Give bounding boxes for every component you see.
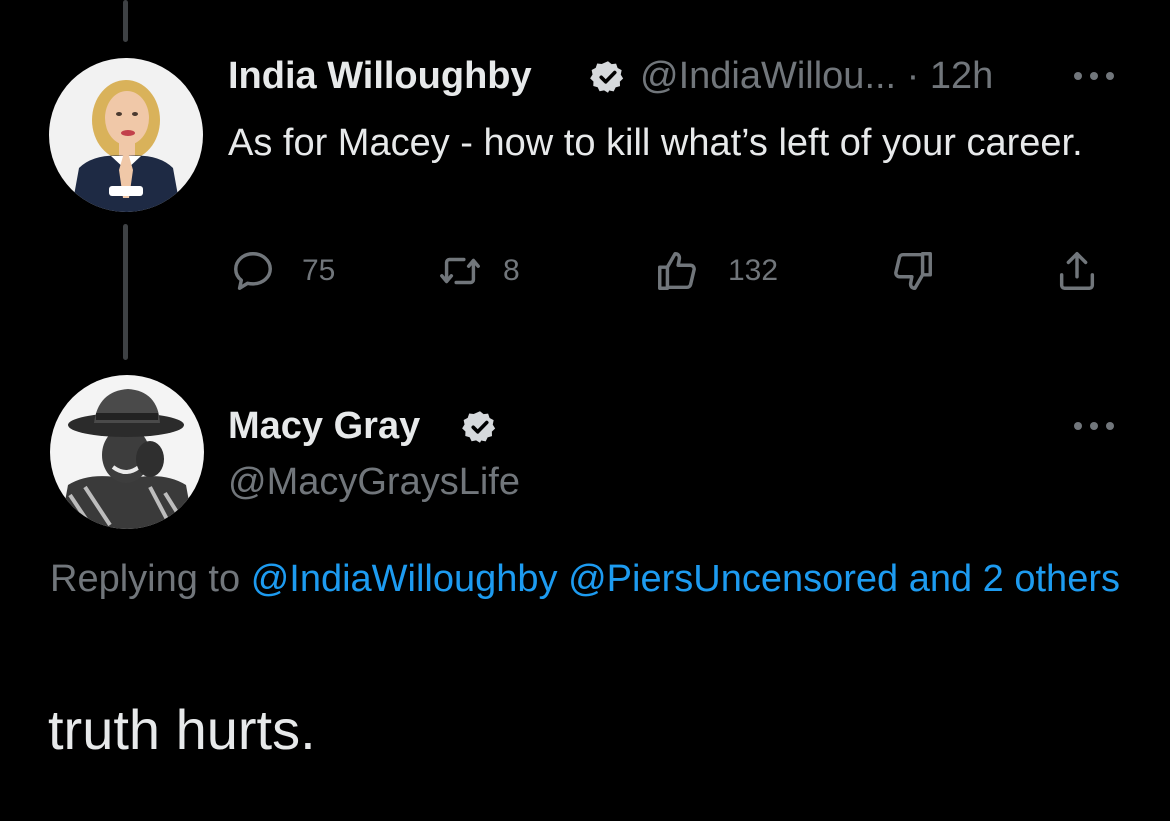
thread-line-top — [123, 0, 128, 42]
retweet-icon — [440, 257, 480, 285]
share-icon — [1059, 252, 1095, 290]
share-button[interactable] — [1054, 248, 1100, 294]
avatar-photo-macy — [50, 375, 204, 529]
mention-others[interactable]: and 2 others — [909, 558, 1120, 600]
avatar-photo-india — [49, 58, 203, 212]
tweet-thread: India Willoughby @IndiaWillou... · 12h A… — [0, 0, 1170, 821]
like-button[interactable]: 132 — [654, 248, 778, 294]
verified-badge-icon — [462, 411, 496, 443]
verified-badge-icon — [590, 61, 624, 93]
more-options-icon[interactable] — [1070, 66, 1118, 86]
mention-piers-uncensored[interactable]: @PiersUncensored — [568, 558, 898, 600]
tweet-handle-time[interactable]: @IndiaWillou... · 12h — [640, 55, 993, 98]
thumbs-down-icon — [894, 252, 932, 290]
reply-author-name[interactable]: Macy Gray — [228, 405, 420, 448]
dislike-button[interactable] — [890, 248, 936, 294]
like-count: 132 — [728, 254, 779, 287]
replying-to-label: Replying to — [50, 558, 241, 600]
reply-text: truth hurts. — [48, 698, 316, 761]
more-options-icon[interactable] — [1070, 416, 1118, 436]
speech-bubble-icon — [234, 252, 272, 290]
mention-india-willoughby[interactable]: @IndiaWilloughby — [251, 558, 558, 600]
tweet-text: As for Macey - how to kill what’s left o… — [228, 122, 1083, 164]
reply-author-handle[interactable]: @MacyGraysLife — [228, 461, 520, 504]
retweet-count: 8 — [503, 254, 520, 287]
thumbs-up-icon — [658, 252, 696, 290]
reply-count: 75 — [302, 254, 336, 287]
thread-line-middle — [123, 224, 128, 360]
retweet-button[interactable]: 8 — [437, 248, 520, 294]
tweet-author-name[interactable]: India Willoughby — [228, 55, 532, 98]
replying-to-line: Replying to @IndiaWilloughby @PiersUncen… — [50, 548, 1140, 610]
avatar-macy-gray[interactable] — [50, 375, 204, 529]
avatar-india-willoughby[interactable] — [49, 58, 203, 212]
reply-button[interactable]: 75 — [230, 248, 335, 294]
